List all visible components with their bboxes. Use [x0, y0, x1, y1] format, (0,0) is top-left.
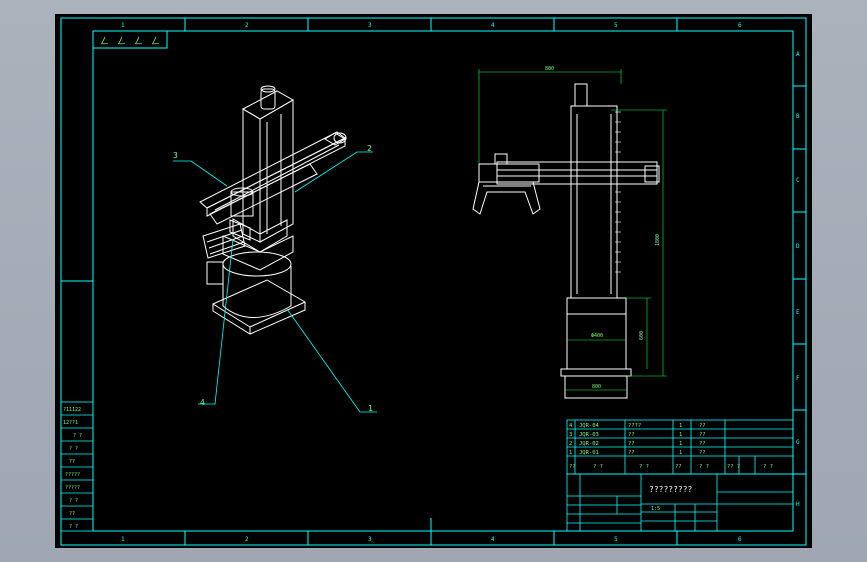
- svg-text:? ?: ? ?: [699, 464, 709, 470]
- iso-cylinder-body: [222, 266, 292, 318]
- svg-text:JQR-03: JQR-03: [579, 432, 599, 438]
- svg-text:??: ??: [628, 432, 635, 438]
- zone-row-c: C: [796, 177, 800, 184]
- callout-numbers: 3 2 4 1: [173, 144, 373, 413]
- zone-row-e: E: [796, 309, 800, 316]
- svg-text:2: 2: [569, 441, 572, 447]
- scale-label: 1:5: [651, 506, 660, 512]
- svg-text:?11122: ?11122: [63, 407, 81, 413]
- svg-text:1: 1: [679, 432, 682, 438]
- dimension-text: 800 1800 600 800 Ф400: [545, 66, 661, 390]
- dim-base-height: 600: [639, 331, 645, 340]
- drawing-title: ?????????: [649, 485, 693, 494]
- zone-col-1: 1: [121, 22, 125, 29]
- svg-text:????: ????: [628, 423, 641, 429]
- title-block-text: ????????? 1:5: [649, 485, 693, 512]
- column-slot-hatch: [615, 111, 621, 273]
- zone-col-2-bottom: 2: [245, 536, 249, 543]
- svg-text:??: ??: [69, 459, 75, 465]
- svg-text:? ?: ? ?: [69, 446, 78, 452]
- dimension-lines: [478, 69, 667, 391]
- dim-base-width: 800: [592, 384, 601, 390]
- svg-text:? ?: ? ?: [763, 464, 773, 470]
- svg-text:??: ??: [699, 432, 706, 438]
- zone-ticks: [61, 18, 806, 545]
- svg-text:??: ??: [69, 511, 75, 517]
- callout-1: 1: [368, 404, 373, 413]
- svg-text:1: 1: [679, 441, 682, 447]
- zone-row-b: B: [796, 113, 800, 120]
- svg-text:?? ?: ?? ?: [727, 464, 740, 470]
- callout-2: 2: [367, 144, 372, 153]
- dim-top-width: 800: [545, 66, 554, 72]
- svg-text:? ?: ? ?: [593, 464, 603, 470]
- drawing-sheet: 1 2 3 4 5 6 1 2 3 4 5 6 A B C D E F G H …: [55, 14, 812, 548]
- zone-col-6: 6: [738, 22, 742, 29]
- svg-text:??: ??: [628, 450, 635, 456]
- svg-text:JQR-02: JQR-02: [579, 441, 599, 447]
- svg-text:JQR-04: JQR-04: [579, 423, 600, 429]
- svg-text:1: 1: [679, 423, 682, 429]
- zone-row-a: A: [796, 51, 800, 58]
- svg-text:ㄥ: ㄥ: [100, 36, 109, 47]
- front-base-plate: [560, 368, 632, 377]
- zone-col-1-bottom: 1: [121, 536, 125, 543]
- zone-col-3: 3: [368, 22, 372, 29]
- svg-text:?????: ?????: [65, 472, 80, 478]
- svg-text:??: ??: [569, 464, 576, 470]
- zone-col-2: 2: [245, 22, 249, 29]
- svg-text:? ?: ? ?: [69, 498, 78, 504]
- bom-rows: 4 JQR-04 ???? 1 ?? 3 JQR-03 ?? 1 ?? 2 JQ…: [569, 423, 773, 470]
- zone-col-6-bottom: 6: [738, 536, 742, 543]
- zone-col-4-bottom: 4: [491, 536, 495, 543]
- outer-frame: [60, 17, 807, 546]
- zone-row-g: G: [796, 439, 800, 446]
- svg-text:??: ??: [699, 441, 706, 447]
- svg-text:??: ??: [628, 441, 635, 447]
- drawing-canvas: 1 2 3 4 5 6 1 2 3 4 5 6 A B C D E F G H …: [60, 17, 807, 546]
- left-strip-text: ?11122 12??1 ? ? ? ? ?? ????? ????? ? ? …: [63, 407, 82, 530]
- cad-viewport[interactable]: 1 2 3 4 5 6 1 2 3 4 5 6 A B C D E F G H …: [0, 0, 867, 562]
- svg-text:??: ??: [699, 450, 706, 456]
- front-gripper-body: [478, 163, 540, 183]
- zone-col-5: 5: [614, 22, 618, 29]
- svg-text:? ?: ? ?: [639, 464, 649, 470]
- svg-text:JQR-01: JQR-01: [579, 450, 599, 456]
- svg-text:ㄥ: ㄥ: [117, 36, 126, 47]
- zone-col-3-bottom: 3: [368, 536, 372, 543]
- svg-text:?????: ?????: [65, 485, 80, 491]
- svg-text:? ?: ? ?: [69, 524, 78, 530]
- dim-total-height: 1800: [655, 234, 661, 246]
- zone-row-h: H: [796, 501, 800, 508]
- zone-col-5-bottom: 5: [614, 536, 618, 543]
- zone-row-f: F: [796, 375, 800, 382]
- svg-text:??: ??: [699, 423, 706, 429]
- corner-stamp: ㄥ ㄥ ㄥ ㄥ: [100, 36, 160, 47]
- callout-3: 3: [173, 151, 178, 160]
- svg-text:12??1: 12??1: [63, 420, 78, 426]
- svg-text:3: 3: [569, 432, 572, 438]
- front-gripper-jaws: [472, 181, 541, 215]
- callout-4: 4: [200, 398, 205, 407]
- callout-leaders: [173, 151, 377, 413]
- title-block: [566, 473, 794, 532]
- svg-text:??: ??: [675, 464, 682, 470]
- svg-text:ㄥ: ㄥ: [134, 36, 143, 47]
- front-column: [570, 105, 618, 299]
- svg-text:1: 1: [679, 450, 682, 456]
- svg-text:1: 1: [569, 450, 572, 456]
- zone-col-4: 4: [491, 22, 495, 29]
- front-view[interactable]: [472, 83, 660, 399]
- dim-base-dia: Ф400: [591, 333, 603, 339]
- zone-row-d: D: [796, 243, 800, 250]
- svg-text:4: 4: [569, 423, 573, 429]
- svg-text:ㄥ: ㄥ: [151, 36, 160, 47]
- isometric-robot-view[interactable]: [199, 85, 347, 335]
- svg-text:? ?: ? ?: [73, 433, 82, 439]
